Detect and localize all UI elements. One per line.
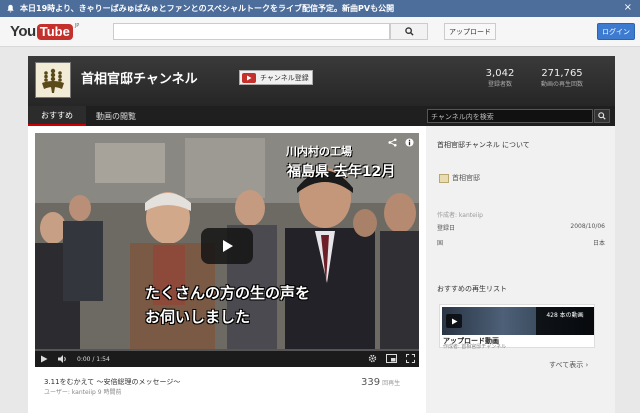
channel-sidebar: 首相官邸チャンネル について 首相官邸 作成者: kanteiip 登録日 20… bbox=[426, 126, 615, 413]
info-icon[interactable] bbox=[405, 138, 414, 147]
subscribe-label: チャンネル登録 bbox=[260, 73, 309, 82]
playlist-count: 428 本の動画 bbox=[536, 307, 594, 335]
youtube-logo[interactable]: You Tube JP bbox=[10, 23, 79, 40]
video-title[interactable]: 3.11をむかえて ～安倍総理のメッセージ～ bbox=[44, 377, 180, 387]
video-meta: ユーザー: kanteiip 9 時間前 bbox=[44, 389, 122, 396]
notification-bar[interactable]: 本日19時より、きゃりーぱみゅぱみゅとファンとのスペシャルトークをライブ配信予定… bbox=[0, 0, 640, 17]
video-location-label: 川内村の工場 bbox=[286, 145, 352, 158]
play-icon bbox=[223, 240, 233, 252]
youtube-play-icon bbox=[242, 72, 256, 83]
tab-browse-videos[interactable]: 動画の閲覧 bbox=[86, 106, 146, 126]
show-all-link[interactable]: すべて表示 › bbox=[549, 360, 588, 370]
bell-icon bbox=[7, 4, 14, 13]
play-button[interactable] bbox=[201, 228, 253, 264]
search-button[interactable] bbox=[390, 23, 428, 40]
main-panel: 川内村の工場 福島県 去年12月 たくさんの方の生の声を お伺いしました 0:0… bbox=[28, 126, 426, 413]
view-count-number: 339 bbox=[361, 377, 381, 388]
channel-avatar[interactable] bbox=[35, 62, 71, 98]
channel-nav: おすすめ 動画の閲覧 チャンネル内を検索 bbox=[28, 106, 615, 126]
video-date-label: 福島県 去年12月 bbox=[287, 164, 396, 180]
play-control-icon[interactable] bbox=[40, 355, 48, 363]
share-icon[interactable] bbox=[388, 138, 397, 147]
country-label: 国 bbox=[437, 240, 444, 247]
video-top-actions bbox=[388, 138, 414, 147]
channel-search-input[interactable]: チャンネル内を検索 bbox=[427, 109, 593, 123]
video-caption: たくさんの方の生の声を お伺いしました bbox=[145, 281, 310, 329]
playlist-author: 作成者: 首相官邸チャンネル bbox=[443, 344, 507, 350]
paulownia-crest-icon bbox=[42, 68, 64, 93]
owner-name: 首相官邸 bbox=[452, 174, 480, 182]
author-line: 作成者: kanteiip bbox=[437, 212, 483, 219]
login-button[interactable]: ログイン bbox=[597, 23, 635, 40]
masthead: You Tube JP アップロード ログイン bbox=[0, 17, 640, 47]
total-views: 271,765 動画の再生回数 bbox=[540, 68, 583, 88]
subscribe-button[interactable]: チャンネル登録 bbox=[239, 70, 313, 85]
upload-button[interactable]: アップロード bbox=[444, 23, 496, 40]
registered-label: 登録日 bbox=[437, 225, 456, 232]
country-value: 日本 bbox=[592, 240, 605, 247]
caption-line-2: お伺いしました bbox=[145, 308, 251, 326]
search-input[interactable] bbox=[113, 23, 390, 40]
notification-message[interactable]: 本日19時より、きゃりーぱみゅぱみゅとファンとのスペシャルトークをライブ配信予定… bbox=[20, 3, 394, 14]
view-count: 339 回再生 bbox=[361, 377, 400, 388]
country-row: 国 日本 bbox=[437, 238, 605, 247]
search-icon bbox=[598, 112, 606, 120]
play-icon bbox=[446, 314, 462, 328]
miniplayer-icon[interactable] bbox=[386, 354, 397, 363]
view-count-unit: 回再生 bbox=[382, 380, 401, 387]
close-icon[interactable]: × bbox=[624, 2, 632, 13]
caption-line-1: たくさんの方の生の声を bbox=[145, 284, 311, 302]
volume-icon[interactable] bbox=[58, 355, 68, 363]
settings-gear-icon[interactable] bbox=[368, 354, 377, 363]
channel-title: 首相官邸チャンネル bbox=[81, 72, 198, 87]
channel-header: 首相官邸チャンネル チャンネル登録 3,042 登録者数 271,765 動画の… bbox=[28, 56, 615, 106]
playback-time: 0:00 / 1:54 bbox=[77, 355, 110, 363]
video-player[interactable]: 川内村の工場 福島県 去年12月 たくさんの方の生の声を お伺いしました 0:0… bbox=[35, 133, 419, 367]
fullscreen-icon[interactable] bbox=[406, 354, 415, 363]
channel-search-button[interactable] bbox=[594, 109, 610, 123]
playlist-thumbnail: 428 本の動画 bbox=[442, 307, 594, 335]
playlist-card[interactable]: 428 本の動画 アップロード動画 作成者: 首相官邸チャンネル bbox=[439, 304, 595, 350]
about-heading: 首相官邸チャンネル について bbox=[437, 141, 530, 149]
player-right-controls bbox=[368, 354, 415, 363]
registered-row: 登録日 2008/10/06 bbox=[437, 223, 605, 232]
subscriber-count: 3,042 登録者数 bbox=[485, 68, 515, 88]
search-icon bbox=[404, 27, 414, 36]
owner-avatar bbox=[439, 173, 449, 183]
channel-owner-link[interactable]: 首相官邸 bbox=[439, 173, 480, 183]
player-controls: 0:00 / 1:54 bbox=[35, 351, 419, 367]
registered-value: 2008/10/06 bbox=[570, 223, 605, 230]
page-background bbox=[615, 47, 640, 413]
tab-featured[interactable]: おすすめ bbox=[28, 106, 86, 126]
recommended-playlists-heading: おすすめの再生リスト bbox=[437, 285, 507, 293]
